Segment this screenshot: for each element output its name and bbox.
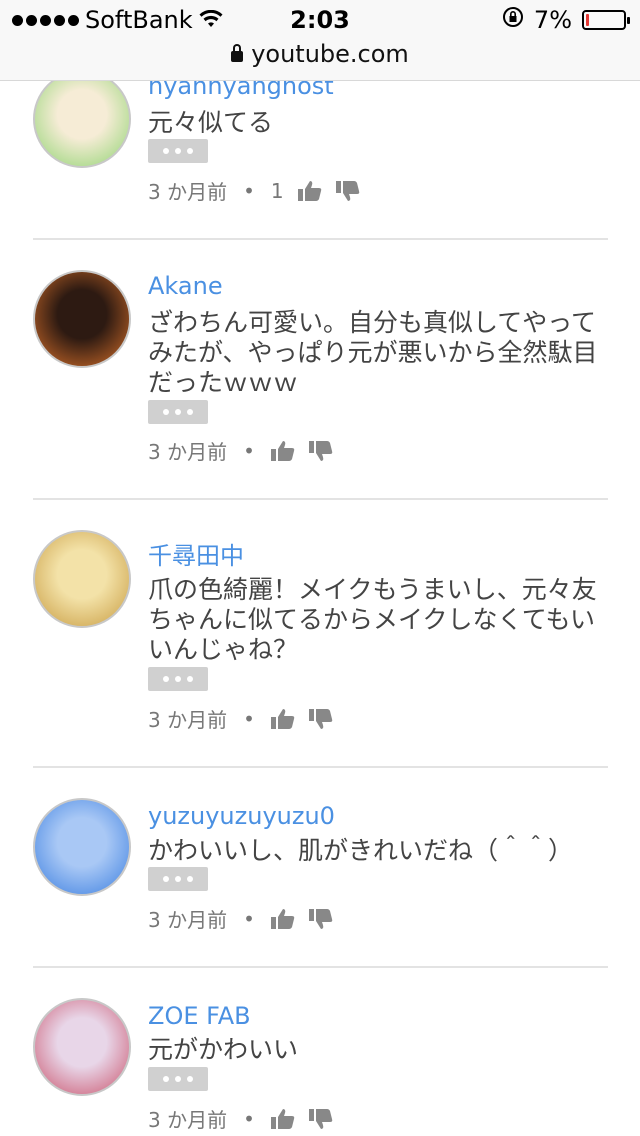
comment-text: 元がかわいい (148, 1035, 299, 1064)
thumbs-up-icon[interactable] (270, 1108, 295, 1130)
thumbs-up-icon[interactable] (270, 440, 295, 462)
comment-text: 元々似てる (148, 108, 274, 137)
comment-time: 3 か月前 (148, 180, 228, 204)
comment-time: 3 か月前 (148, 1108, 228, 1132)
thumbs-down-icon[interactable] (308, 708, 333, 730)
more-options-button[interactable] (148, 1067, 208, 1091)
rotation-lock-icon (502, 6, 524, 34)
battery-percent: 7% (533, 6, 572, 34)
comment-author[interactable]: yuzuyuzuyuzu0 (148, 802, 335, 830)
divider (33, 238, 608, 240)
comment-author[interactable]: ZOE FAB (148, 1002, 251, 1030)
comment-text: 爪の色綺麗！メイクもうまいし、元々友ちゃんに似てるからメイクしなくてもいいんじゃ… (148, 575, 597, 664)
lock-icon (231, 44, 244, 62)
thumbs-down-icon[interactable] (335, 180, 360, 202)
thumbs-down-icon[interactable] (308, 908, 333, 930)
comment-meta: 3 か月前 • (148, 704, 333, 733)
more-options-button[interactable] (148, 867, 208, 891)
more-options-button[interactable] (148, 139, 208, 163)
avatar[interactable] (33, 998, 131, 1096)
thumbs-down-icon[interactable] (308, 440, 333, 462)
battery-icon (582, 10, 630, 30)
comment-text: ざわちん可愛い。自分も真似してやってみたが、やっぱり元が悪いから全然駄目だったｗ… (148, 308, 598, 397)
divider (33, 498, 608, 500)
comment-meta: 3 か月前 • (148, 1104, 333, 1133)
avatar[interactable] (33, 798, 131, 896)
comment-author[interactable]: 千尋田中 (148, 536, 244, 571)
comment-time: 3 か月前 (148, 908, 228, 932)
address-bar[interactable]: youtube.com (0, 40, 640, 68)
url-text[interactable]: youtube.com (251, 40, 409, 68)
divider (33, 766, 608, 768)
more-options-button[interactable] (148, 400, 208, 424)
avatar[interactable] (33, 70, 131, 168)
status-right: 7% (502, 6, 630, 34)
comment-time: 3 か月前 (148, 708, 228, 732)
thumbs-down-icon[interactable] (308, 1108, 333, 1130)
avatar[interactable] (33, 270, 131, 368)
thumbs-up-icon[interactable] (270, 908, 295, 930)
comment-meta: 3 か月前 • (148, 436, 333, 465)
divider (33, 966, 608, 968)
comment-meta: 3 か月前 • 1 (148, 176, 360, 205)
comment-author[interactable]: Akane (148, 272, 223, 300)
thumbs-up-icon[interactable] (297, 180, 322, 202)
avatar[interactable] (33, 530, 131, 628)
status-bar: SoftBank 2:03 7% youtube.com (0, 0, 640, 81)
comment-meta: 3 か月前 • (148, 904, 333, 933)
like-count: 1 (270, 178, 284, 203)
comment-time: 3 か月前 (148, 440, 228, 464)
thumbs-up-icon[interactable] (270, 708, 295, 730)
more-options-button[interactable] (148, 667, 208, 691)
comment-text: かわいいし、肌がきれいだね（＾＾） (148, 836, 574, 865)
